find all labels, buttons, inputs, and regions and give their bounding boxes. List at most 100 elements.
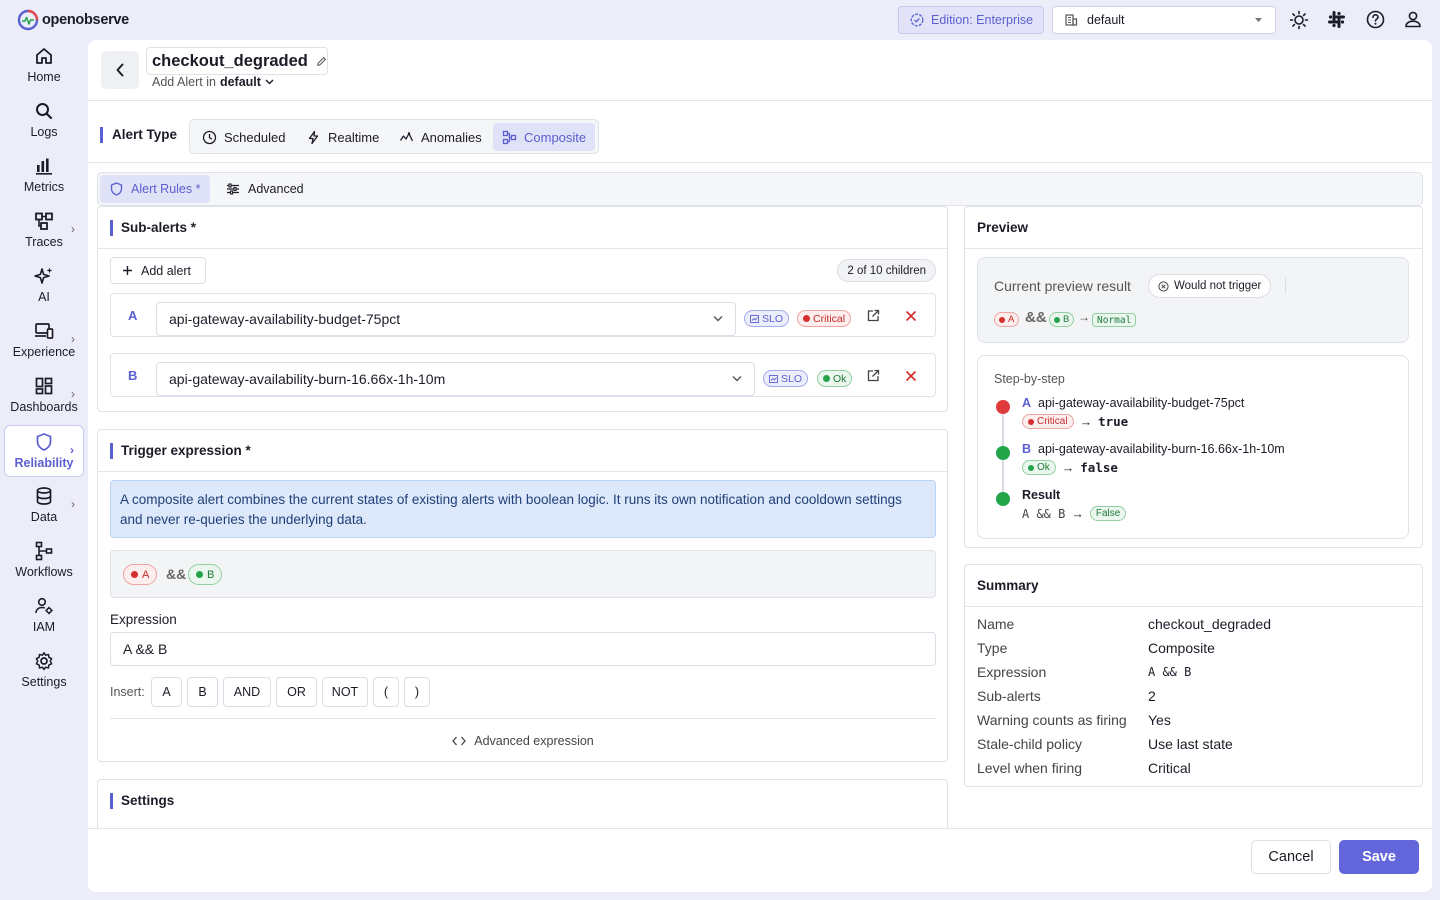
result-value-badge: False (1089, 506, 1127, 521)
step-status-dot (996, 400, 1010, 414)
sidebar-item-metrics[interactable]: Metrics (4, 150, 84, 202)
step-status-dot (996, 446, 1010, 460)
save-button[interactable]: Save (1339, 840, 1419, 874)
alert-type-row: Alert Type Scheduled Realtime Anomalies … (88, 101, 1432, 163)
kind-label: SLO (781, 372, 803, 385)
insert-not-button[interactable]: NOT (322, 677, 368, 707)
open-external-icon[interactable] (866, 309, 880, 323)
insert-a-button[interactable]: A (151, 677, 182, 707)
sidebar-item-workflows[interactable]: Workflows (4, 535, 84, 587)
sidebar-item-ai[interactable]: AI (4, 260, 84, 312)
sidebar-item-data[interactable]: Data › (4, 480, 84, 532)
folder-selector[interactable]: default (220, 75, 261, 89)
chevron-down-icon[interactable] (265, 79, 274, 85)
tab-label: Scheduled (224, 129, 286, 145)
sidebar-item-dashboards[interactable]: Dashboards › (4, 370, 84, 422)
user-menu[interactable] (1404, 10, 1422, 28)
arrow-glyph: → (1061, 460, 1075, 475)
insert-close-paren-button[interactable]: ) (404, 677, 430, 707)
status-dot (131, 571, 138, 578)
status-dot (1054, 316, 1060, 323)
step-value: A && B → False (1022, 506, 1127, 521)
insert-or-button[interactable]: OR (276, 677, 317, 707)
sidebar-item-label: Data (30, 510, 58, 524)
tab-realtime[interactable]: Realtime (297, 123, 388, 151)
advanced-expression-label: Advanced expression (474, 733, 594, 748)
summary-key: Expression (977, 664, 1047, 680)
summary-key: Stale-child policy (977, 736, 1083, 752)
code-icon (452, 736, 467, 745)
expression-visual: A && B (110, 550, 936, 598)
user-gear-icon (35, 597, 53, 615)
result-status-badge: Would not trigger (1148, 274, 1272, 298)
step-letter: B (1022, 442, 1032, 456)
open-external-icon[interactable] (866, 369, 880, 383)
subalert-letter: B (128, 368, 138, 383)
cancel-button[interactable]: Cancel (1251, 840, 1331, 874)
result-badge: Normal (1092, 313, 1137, 327)
sidebar-item-logs[interactable]: Logs (4, 95, 84, 147)
slack-button[interactable] (1327, 10, 1346, 29)
step-connector (1002, 460, 1004, 495)
subalert-name: api-gateway-availability-burn-16.66x-1h-… (169, 371, 446, 387)
summary-key: Warning counts as firing (977, 712, 1127, 728)
sidebar-item-label: IAM (32, 620, 56, 634)
chip-label: A (1008, 314, 1015, 325)
sidebar-item-iam[interactable]: IAM (4, 590, 84, 642)
remove-icon[interactable] (905, 310, 917, 322)
subalert-select[interactable]: api-gateway-availability-budget-75pct (156, 302, 736, 336)
remove-icon[interactable] (905, 370, 917, 382)
step-title: A api-gateway-availability-budget-75pct (1022, 396, 1244, 410)
chevron-down-icon (713, 316, 723, 322)
edition-badge[interactable]: Edition: Enterprise (898, 6, 1044, 34)
children-count-badge: 2 of 10 children (837, 259, 936, 282)
step-name: api-gateway-availability-budget-75pct (1038, 396, 1245, 410)
slo-badge: SLO (763, 370, 809, 387)
tab-anomalies[interactable]: Anomalies (390, 123, 491, 151)
chip-label: B (207, 568, 215, 581)
expression-input[interactable]: A && B (110, 632, 936, 666)
summary-value: Critical (1148, 760, 1191, 776)
anomaly-icon (399, 131, 414, 141)
theme-toggle[interactable] (1289, 10, 1309, 30)
add-alert-button[interactable]: Add alert (110, 257, 206, 284)
insert-b-button[interactable]: B (187, 677, 218, 707)
tab-alert-rules[interactable]: Alert Rules * (100, 175, 211, 203)
summary-panel: Summary Name checkout_degraded Type Compos… (964, 564, 1423, 787)
tab-advanced[interactable]: Advanced (216, 175, 314, 203)
back-button[interactable] (101, 51, 139, 89)
subalert-select[interactable]: api-gateway-availability-burn-16.66x-1h-… (156, 362, 755, 396)
slo-icon (750, 314, 759, 323)
pencil-icon[interactable] (316, 55, 327, 68)
summary-key: Type (977, 640, 1008, 656)
sidebar-item-settings[interactable]: Settings (4, 645, 84, 697)
org-selector[interactable]: default (1052, 6, 1276, 34)
tab-composite[interactable]: Composite (493, 123, 596, 151)
subalert-row: B api-gateway-availability-burn-16.66x-1… (110, 353, 936, 397)
tab-scheduled[interactable]: Scheduled (193, 123, 294, 151)
tab-label: Composite (524, 129, 587, 145)
openobserve-logo-icon (17, 9, 39, 31)
sidebar-item-traces[interactable]: Traces › (4, 205, 84, 257)
dashboard-icon (35, 377, 53, 395)
operand-chip-a: A (123, 564, 158, 585)
arrow-glyph: → (1078, 310, 1090, 324)
preview-result-box: Current preview result Would not trigger… (977, 257, 1409, 343)
advanced-expression-toggle[interactable]: Advanced expression (110, 718, 936, 762)
current-result-label: Current preview result (994, 278, 1131, 294)
sidebar-item-experience[interactable]: Experience › (4, 315, 84, 367)
insert-and-button[interactable]: AND (223, 677, 271, 707)
app-logo[interactable]: openobserve (17, 9, 129, 31)
sidebar-item-reliability[interactable]: Reliability › (4, 425, 84, 477)
expand-chevron-icon: › (71, 497, 75, 511)
sidebar-item-home[interactable]: Home (4, 40, 84, 92)
result-label: Result (1022, 488, 1061, 502)
help-button[interactable] (1366, 10, 1385, 29)
org-label: default (1087, 13, 1125, 27)
badge-check-icon (910, 13, 924, 27)
alert-name-field[interactable]: checkout_degraded (146, 47, 328, 75)
add-alert-label: Add alert (141, 263, 192, 278)
status-dot (1028, 418, 1034, 425)
insert-open-paren-button[interactable]: ( (373, 677, 399, 707)
arrow-glyph: → (1079, 414, 1093, 429)
